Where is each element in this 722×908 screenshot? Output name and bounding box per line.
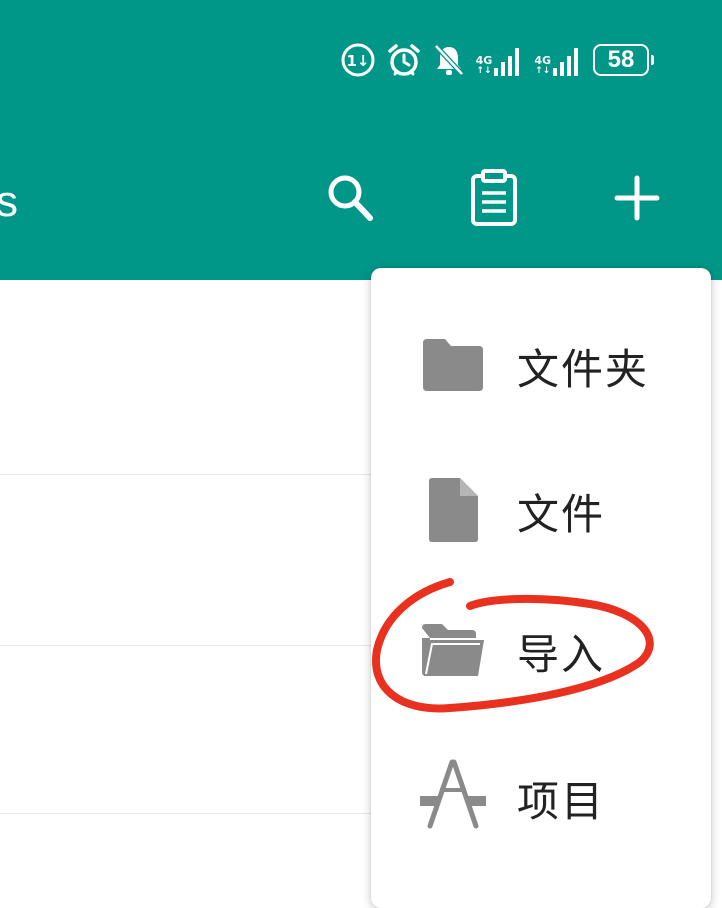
menu-item-label: 文件夹 — [517, 344, 650, 394]
menu-item-import[interactable]: 导入 — [371, 581, 711, 721]
battery-icon: 58 — [593, 44, 654, 76]
network-type-label: 4G — [534, 54, 551, 67]
add-icon — [614, 175, 660, 221]
battery-level: 58 — [593, 44, 649, 76]
app-store-icon — [417, 758, 489, 830]
file-icon — [417, 474, 489, 546]
add-button[interactable] — [605, 166, 669, 230]
menu-item-project[interactable]: 项目 — [371, 728, 711, 868]
folder-icon — [417, 329, 489, 401]
network-type-label: 4G — [475, 54, 493, 67]
signal-icon: 4G ↑↓ — [534, 44, 583, 76]
clipboard-icon — [471, 169, 517, 226]
menu-item-label: 文件 — [517, 489, 606, 539]
signal-icon: 4G ↑↓ — [476, 44, 525, 76]
list-divider — [0, 645, 380, 646]
data-usage-icon: 1↓ — [340, 42, 376, 78]
clipboard-button[interactable] — [462, 166, 526, 230]
svg-text:1↓: 1↓ — [346, 52, 369, 70]
app-bar: 1↓ 4G ↑↓ 4G ↑↓ 58 s — [0, 0, 722, 280]
menu-item-file[interactable]: 文件 — [371, 441, 711, 581]
menu-item-label: 导入 — [517, 629, 606, 679]
folder-open-icon — [417, 614, 489, 686]
list-divider — [0, 474, 380, 475]
menu-item-label: 项目 — [517, 776, 606, 826]
search-icon — [328, 175, 373, 221]
add-menu: 文件夹 文件 导入 项目 — [371, 268, 711, 908]
bell-off-icon — [432, 42, 466, 78]
page-title: s — [0, 177, 18, 226]
menu-item-folder[interactable]: 文件夹 — [371, 296, 711, 436]
list-divider — [0, 813, 380, 814]
status-bar: 1↓ 4G ↑↓ 4G ↑↓ 58 — [340, 38, 654, 82]
search-button[interactable] — [318, 166, 382, 230]
alarm-icon — [386, 42, 422, 78]
